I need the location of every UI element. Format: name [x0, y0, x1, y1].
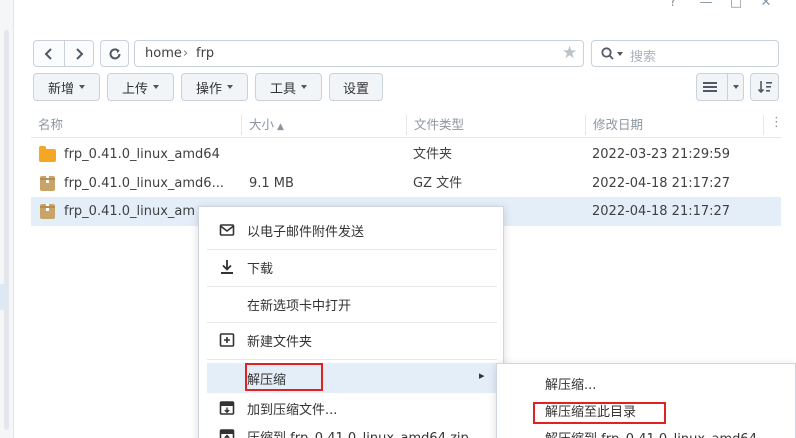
- file-type: GZ 文件: [413, 176, 463, 191]
- path-bar[interactable]: home › frp ★: [134, 40, 584, 67]
- table-row[interactable]: frp_0.41.0_linux_amd6... 9.1 MB GZ 文件 20…: [31, 169, 781, 198]
- forward-button[interactable]: [64, 41, 93, 66]
- sort-ascending-icon: ▲: [277, 122, 284, 132]
- menu-item-download[interactable]: 下载: [207, 252, 497, 282]
- menu-item-label: 在新选项卡中打开: [247, 298, 352, 314]
- table-row[interactable]: frp_0.41.0_linux_amd64 文件夹 2022-03-23 21…: [31, 140, 781, 169]
- chevron-down-icon: [153, 85, 159, 89]
- menu-item-label: 下载: [247, 261, 274, 277]
- chevron-down-icon: [227, 85, 233, 89]
- menu-separator: [207, 249, 497, 250]
- file-size: 9.1 MB: [249, 176, 294, 191]
- column-divider[interactable]: [763, 115, 764, 135]
- action-button-label: 操作: [195, 81, 222, 97]
- menu-item-new-folder[interactable]: 新建文件夹: [207, 325, 497, 355]
- menu-separator: [207, 286, 497, 287]
- refresh-button[interactable]: [101, 41, 128, 66]
- submenu-item-extract-to-folder[interactable]: 解压缩到 frp_0.41.0_linux_amd64: [505, 427, 785, 438]
- close-icon[interactable]: ✕: [757, 0, 775, 10]
- file-type: 文件夹: [413, 147, 453, 162]
- list-view-icon: [702, 82, 717, 92]
- menu-item-compress-zip[interactable]: 压缩到 frp_0.41.0_linux_amd64.zip: [207, 421, 497, 438]
- add-folder-icon: [219, 333, 235, 347]
- mail-icon: [219, 224, 235, 236]
- highlight-box-extract-here: [533, 402, 666, 424]
- search-icon: [601, 47, 614, 60]
- chevron-left-icon: [44, 48, 52, 60]
- menu-separator: [207, 359, 497, 360]
- menu-separator: [207, 322, 497, 323]
- refresh-group: [100, 40, 129, 67]
- submenu-item-extract-dialog[interactable]: 解压缩...: [505, 373, 785, 399]
- tools-button-label: 工具: [269, 81, 296, 97]
- settings-button[interactable]: 设置: [329, 73, 383, 101]
- column-header-modified[interactable]: 修改日期: [586, 112, 643, 138]
- download-icon: [221, 260, 233, 274]
- new-button-label: 新增: [47, 81, 74, 97]
- tools-button[interactable]: 工具: [255, 73, 322, 101]
- file-modified: 2022-04-18 21:17:27: [592, 176, 731, 191]
- action-button[interactable]: 操作: [181, 73, 248, 101]
- search-options-chevron-icon[interactable]: [617, 52, 623, 56]
- settings-button-label: 设置: [342, 81, 369, 97]
- breadcrumb-frp[interactable]: frp: [196, 46, 214, 61]
- sort-button[interactable]: [750, 73, 779, 101]
- search-placeholder: 搜索: [630, 50, 657, 65]
- archive-add-icon: [219, 401, 235, 415]
- file-table-header: 名称 大小 ▲ 文件类型 修改日期 ⋮: [31, 112, 783, 138]
- search-field[interactable]: 搜索: [591, 40, 779, 67]
- new-button[interactable]: 新增: [33, 73, 100, 101]
- menu-item-label: 新建文件夹: [247, 334, 313, 350]
- left-scrollbar[interactable]: [4, 30, 9, 430]
- submenu-arrow-icon: ▸: [479, 369, 485, 382]
- archive-icon: [40, 204, 55, 219]
- extract-submenu: 解压缩... 解压缩至此目录 解压缩到 frp_0.41.0_linux_amd…: [496, 363, 796, 438]
- file-name: frp_0.41.0_linux_amd6...: [64, 176, 224, 191]
- column-header-size-label: 大小: [249, 117, 275, 132]
- file-name: frp_0.41.0_linux_amd64: [64, 147, 220, 162]
- column-menu-icon[interactable]: ⋮: [770, 115, 783, 130]
- upload-button-label: 上传: [121, 81, 148, 97]
- sort-icon: [757, 81, 772, 94]
- back-button[interactable]: [34, 41, 64, 66]
- file-modified: 2022-04-18 21:17:27: [592, 204, 731, 219]
- view-mode-button[interactable]: [696, 73, 744, 101]
- minimize-icon[interactable]: —: [697, 0, 715, 10]
- file-modified: 2022-03-23 21:29:59: [592, 147, 731, 162]
- column-header-size[interactable]: 大小 ▲: [242, 112, 284, 138]
- compress-icon: [219, 429, 235, 438]
- refresh-icon: [109, 48, 120, 60]
- breadcrumb-home[interactable]: home: [145, 46, 182, 61]
- star-icon[interactable]: ★: [562, 43, 577, 63]
- menu-item-open-new-tab[interactable]: 在新选项卡中打开: [207, 289, 497, 319]
- view-button-divider: [726, 74, 728, 100]
- archive-icon: [40, 176, 55, 191]
- highlight-box-extract: [245, 363, 323, 391]
- chevron-down-icon: [301, 85, 307, 89]
- breadcrumb-separator: ›: [183, 46, 189, 61]
- chevron-down-icon: [79, 85, 85, 89]
- help-icon[interactable]: ?: [664, 0, 682, 10]
- chevron-right-icon: [76, 48, 84, 60]
- left-selected-item: [0, 284, 6, 310]
- column-header-type[interactable]: 文件类型: [407, 112, 464, 138]
- menu-item-label: 以电子邮件附件发送: [247, 224, 365, 240]
- maximize-icon[interactable]: □: [727, 0, 745, 10]
- menu-item-email[interactable]: 以电子邮件附件发送: [207, 215, 497, 245]
- menu-item-add-to-archive[interactable]: 加到压缩文件...: [207, 393, 497, 423]
- menu-item-label: 加到压缩文件...: [247, 402, 338, 418]
- upload-button[interactable]: 上传: [107, 73, 174, 101]
- chevron-down-icon: [732, 85, 739, 89]
- file-name: frp_0.41.0_linux_am: [64, 204, 196, 219]
- history-nav-group: [33, 40, 94, 67]
- menu-item-label: 压缩到 frp_0.41.0_linux_amd64.zip: [247, 430, 469, 438]
- column-header-name[interactable]: 名称: [31, 112, 63, 138]
- folder-icon: [39, 146, 56, 162]
- context-menu: 以电子邮件附件发送 下载 在新选项卡中打开 新建文件夹 解压缩 ▸ 加到压缩文件…: [198, 206, 504, 438]
